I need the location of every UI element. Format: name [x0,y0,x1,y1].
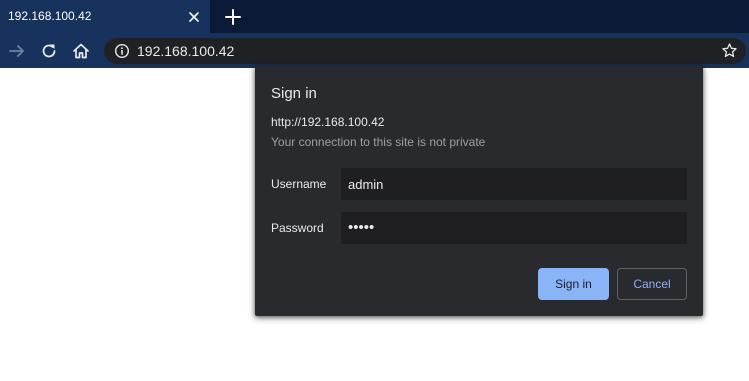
connection-warning: Your connection to this site is not priv… [271,135,486,149]
password-value: ••••• [348,219,375,236]
home-icon[interactable] [71,41,91,61]
password-field[interactable]: ••••• [341,212,687,244]
dialog-origin: http://192.168.100.42 [271,115,385,129]
dialog-title: Sign in [271,85,317,102]
tab-title: 192.168.100.42 [8,9,92,23]
info-icon[interactable] [114,43,130,59]
address-bar[interactable]: 192.168.100.42 [104,38,746,64]
tab-strip: 192.168.100.42 [0,0,749,33]
reload-icon[interactable] [39,41,59,61]
username-label: Username [271,177,327,191]
browser-tab[interactable]: 192.168.100.42 [0,0,210,33]
sign-in-dialog: Sign in http://192.168.100.42 Your conne… [255,66,703,316]
star-icon[interactable] [721,42,738,59]
close-icon[interactable] [186,9,202,25]
cancel-button[interactable]: Cancel [617,268,687,300]
username-field[interactable]: admin [341,168,687,200]
forward-arrow-icon[interactable] [7,41,27,61]
plus-icon[interactable] [223,7,243,27]
sign-in-button[interactable]: Sign in [538,268,609,300]
url-text[interactable]: 192.168.100.42 [137,43,234,59]
username-value: admin [348,177,384,192]
password-label: Password [271,221,324,235]
browser-toolbar: 192.168.100.42 [0,33,749,68]
